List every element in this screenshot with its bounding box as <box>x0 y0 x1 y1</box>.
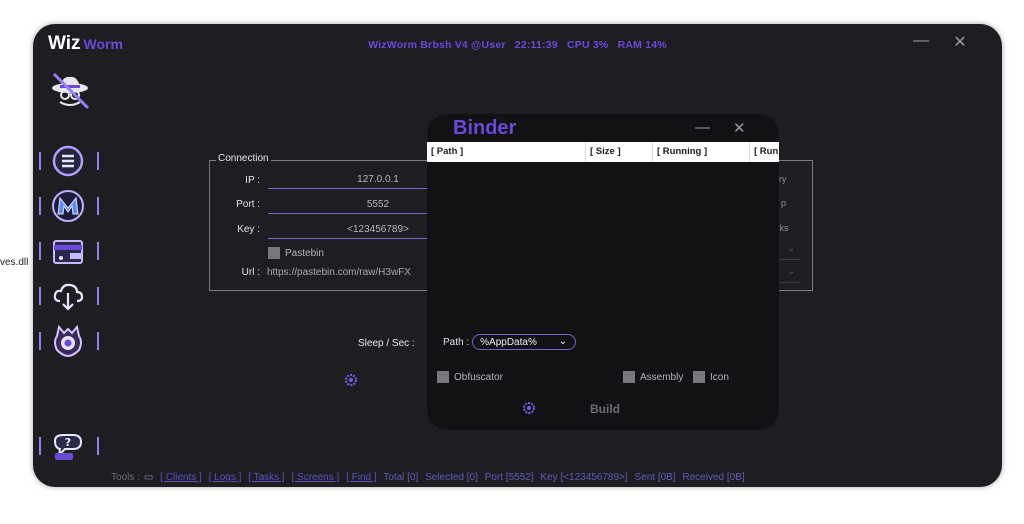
chevron-down-icon: ⌄ <box>787 266 795 276</box>
chevron-down-icon: ⌄ <box>787 243 795 253</box>
total-count: Total [0] <box>383 472 419 483</box>
right-option-2[interactable]: p <box>781 198 786 208</box>
tools-icon[interactable]: ▭ <box>144 472 153 483</box>
selected-count: Selected [0] <box>425 472 478 483</box>
right-option-1[interactable]: ry <box>779 174 787 184</box>
binder-close-button[interactable]: ✕ <box>733 119 746 137</box>
pastebin-checkbox[interactable]: Pastebin <box>268 247 324 259</box>
ip-label: IP : <box>245 175 260 186</box>
cloud-download-icon <box>51 279 85 313</box>
sidebar-item-help[interactable]: ? <box>39 429 103 463</box>
title-app-name: WizWorm Brbsh V4 @User <box>368 39 506 51</box>
path-row: Path : %AppData% ⌄ <box>443 334 577 350</box>
title-ram: RAM 14% <box>617 39 667 51</box>
received-status: Received [0B] <box>682 472 745 483</box>
chat-help-icon: ? <box>51 429 85 463</box>
svg-text:?: ? <box>65 436 71 449</box>
screens-link[interactable]: [ Screens ] <box>291 472 339 483</box>
binder-gear-icon[interactable] <box>521 400 537 416</box>
find-link[interactable]: [ Find ] <box>346 472 377 483</box>
sidebar-item-menu[interactable] <box>39 144 103 178</box>
binder-dialog: Binder — ✕ [ Path ] [ Size ] [ Running ]… <box>427 114 779 430</box>
malware-logo-icon <box>51 189 85 223</box>
url-label: Url : <box>241 267 260 278</box>
tasks-link[interactable]: [ Tasks ] <box>248 472 285 483</box>
binder-title: Binder <box>453 117 517 139</box>
key-status: Key [<123456789>] <box>540 472 628 483</box>
assembly-checkbox[interactable]: Assembly <box>623 371 683 383</box>
icon-label: Icon <box>710 371 729 383</box>
sidebar-item-cloud-download[interactable] <box>39 279 103 313</box>
key-label: Key : <box>237 224 260 235</box>
sidebar-item-wallet[interactable] <box>39 234 103 268</box>
title-time: 22:11:39 <box>514 39 558 51</box>
tools-label: Tools : <box>111 472 140 483</box>
close-button[interactable]: ✕ <box>948 32 972 52</box>
menu-icon <box>51 144 85 178</box>
port-label: Port : <box>236 199 260 210</box>
binder-file-list[interactable] <box>427 162 779 322</box>
icon-checkbox[interactable]: Icon <box>693 371 729 383</box>
wallet-icon <box>51 234 85 268</box>
path-select-value: %AppData% <box>480 337 537 348</box>
sent-status: Sent [0B] <box>634 472 676 483</box>
monster-icon <box>51 324 85 358</box>
window-title: WizWorm Brbsh V4 @User 22:11:39 CPU 3% R… <box>33 39 1002 51</box>
sleep-label: Sleep / Sec : <box>358 338 415 349</box>
path-label: Path : <box>443 336 470 348</box>
col-running[interactable]: [ Running ] <box>653 142 750 162</box>
desktop-stray-text: ves.dll <box>0 257 29 268</box>
spy-hat-icon <box>48 68 92 112</box>
obfuscator-label: Obfuscator <box>454 371 503 383</box>
connection-legend: Connection <box>216 153 271 164</box>
assembly-label: Assembly <box>640 371 684 383</box>
col-path[interactable]: [ Path ] <box>427 142 586 162</box>
obfuscator-checkbox[interactable]: Obfuscator <box>437 371 503 383</box>
build-button[interactable]: Build <box>590 402 620 416</box>
chevron-down-icon: ⌄ <box>558 336 568 347</box>
logs-link[interactable]: [ Logs ] <box>209 472 242 483</box>
col-size[interactable]: [ Size ] <box>586 142 653 162</box>
minimize-button[interactable]: — <box>909 32 933 50</box>
settings-gear-icon[interactable] <box>343 372 359 388</box>
binder-minimize-button[interactable]: — <box>695 119 710 136</box>
title-cpu: CPU 3% <box>566 39 609 51</box>
sidebar-item-malware[interactable] <box>39 189 103 223</box>
clients-link[interactable]: [ Clients ] <box>160 472 202 483</box>
binder-table-header: [ Path ] [ Size ] [ Running ] [ Run <box>427 142 779 162</box>
path-select[interactable]: %AppData% ⌄ <box>472 334 577 350</box>
port-status: Port [5552] <box>484 472 534 483</box>
pastebin-label: Pastebin <box>285 247 324 259</box>
url-field[interactable]: https://pastebin.com/raw/H3wFX <box>267 267 411 278</box>
col-run[interactable]: [ Run <box>750 142 779 162</box>
status-bar: Tools : ▭ [ Clients ] [ Logs ] [ Tasks ] … <box>111 472 749 483</box>
sidebar-item-monster[interactable] <box>39 324 103 358</box>
